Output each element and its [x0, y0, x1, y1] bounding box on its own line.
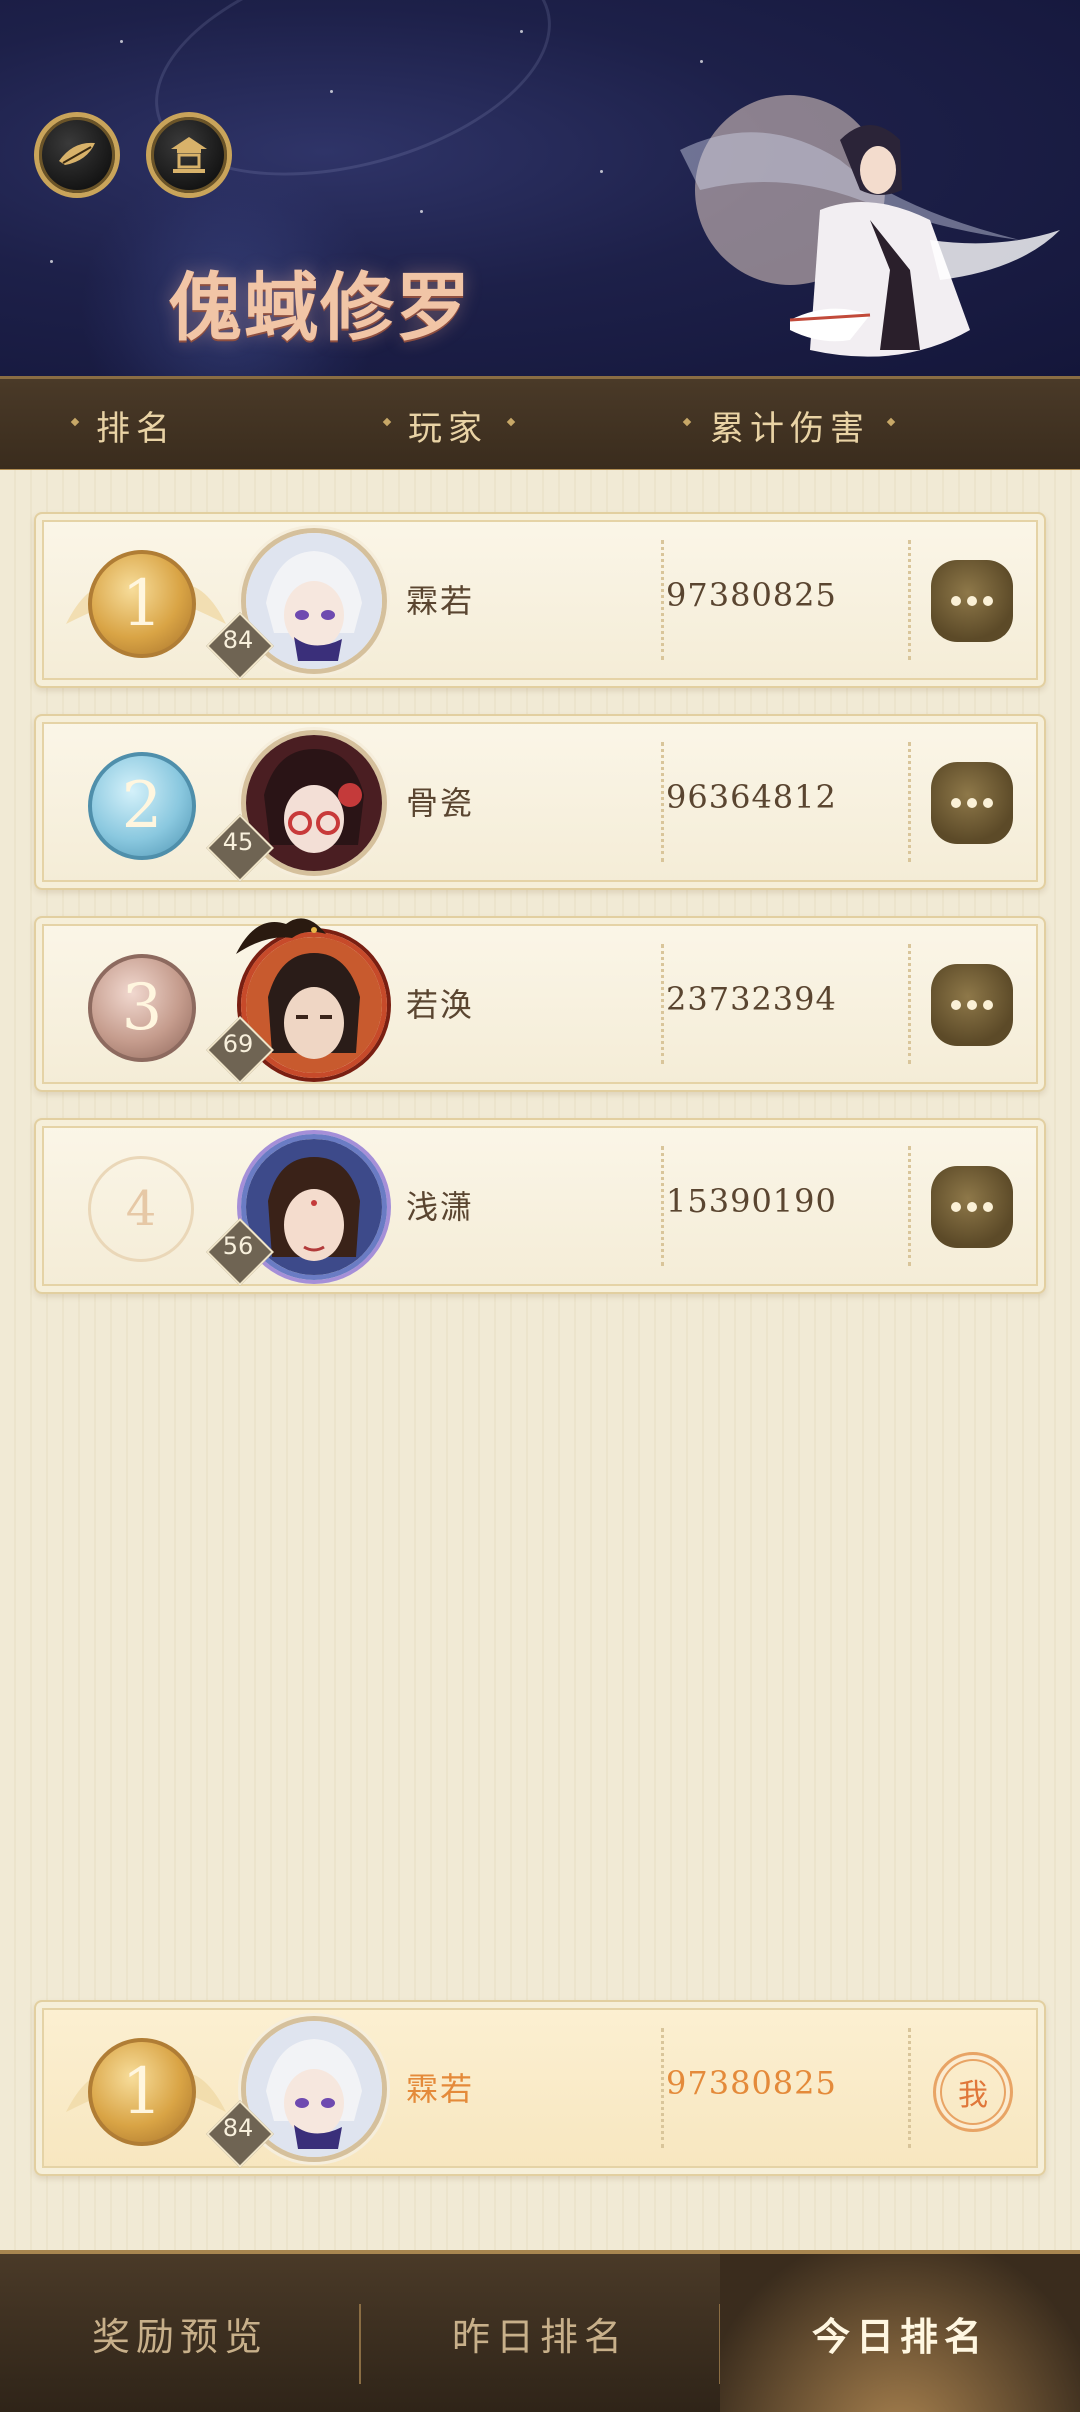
level-text: 69 [222, 1030, 254, 1058]
ellipsis-icon [951, 1202, 961, 1212]
more-options-button[interactable] [931, 1166, 1013, 1248]
damage-value: 23732394 [666, 980, 837, 1018]
me-badge: 我 [933, 2052, 1013, 2132]
ranking-table-header: 排名 玩家 累计伤害 [0, 376, 1080, 473]
dragon-frame-icon [236, 918, 326, 954]
damage-value: 97380825 [666, 576, 837, 614]
pavilion-button[interactable] [146, 112, 232, 198]
ranking-row[interactable]: 2 45 骨瓷 96364812 [34, 714, 1046, 890]
tab-reward-preview[interactable]: 奖励预览 [0, 2254, 360, 2412]
player-name: 骨瓷 [406, 784, 475, 822]
level-text: 84 [222, 2114, 254, 2142]
ranking-row[interactable]: 3 69 若涣 23732394 [34, 916, 1046, 1092]
damage-value: 97380825 [666, 2064, 837, 2102]
header-damage: 累计伤害 [710, 409, 870, 449]
bottom-tab-bar: 奖励预览 昨日排名 今日排名 [0, 2250, 1080, 2412]
level-text: 84 [222, 626, 254, 654]
my-ranking-row[interactable]: 1 84 霖若 97380825 我 [34, 2000, 1046, 2176]
damage-value: 96364812 [666, 778, 837, 816]
header-player: 玩家 [408, 409, 488, 449]
level-text: 45 [222, 828, 254, 856]
more-options-button[interactable] [931, 762, 1013, 844]
ranking-row[interactable]: 1 84 霖若 97380825 [34, 512, 1046, 688]
damage-value: 15390190 [666, 1182, 837, 1220]
event-banner: 傀蜮修罗 [0, 0, 1080, 380]
rank-medal-gold: 1 [88, 2038, 196, 2146]
rank-medal-silver: 2 [88, 752, 196, 860]
player-name: 霖若 [406, 2070, 475, 2108]
ellipsis-icon [951, 798, 961, 808]
leaf-emblem-icon [59, 142, 95, 165]
header-rank: 排名 [96, 409, 176, 449]
ranking-row[interactable]: 4 56 浅潇 15390190 [34, 1118, 1046, 1294]
pavilion-icon [171, 137, 207, 173]
player-name: 若涣 [406, 986, 475, 1024]
ranking-list: 1 84 霖若 97380825 2 45 骨瓷 96364812 3 69 若… [0, 470, 1080, 2250]
player-name: 霖若 [406, 582, 475, 620]
more-options-button[interactable] [931, 560, 1013, 642]
more-options-button[interactable] [931, 964, 1013, 1046]
tab-yesterday-ranking[interactable]: 昨日排名 [360, 2254, 720, 2412]
player-name: 浅潇 [406, 1188, 475, 1226]
leaf-emblem-button[interactable] [34, 112, 120, 198]
ellipsis-icon [951, 1000, 961, 1010]
rank-medal-gold: 1 [88, 550, 196, 658]
ellipsis-icon [951, 596, 961, 606]
rank-medal-plain: 4 [88, 1156, 194, 1262]
level-text: 56 [222, 1232, 254, 1260]
character-illustration [680, 95, 1060, 357]
tab-today-ranking[interactable]: 今日排名 [720, 2254, 1080, 2412]
rank-medal-bronze: 3 [88, 954, 196, 1062]
event-title: 傀蜮修罗 [168, 265, 472, 351]
